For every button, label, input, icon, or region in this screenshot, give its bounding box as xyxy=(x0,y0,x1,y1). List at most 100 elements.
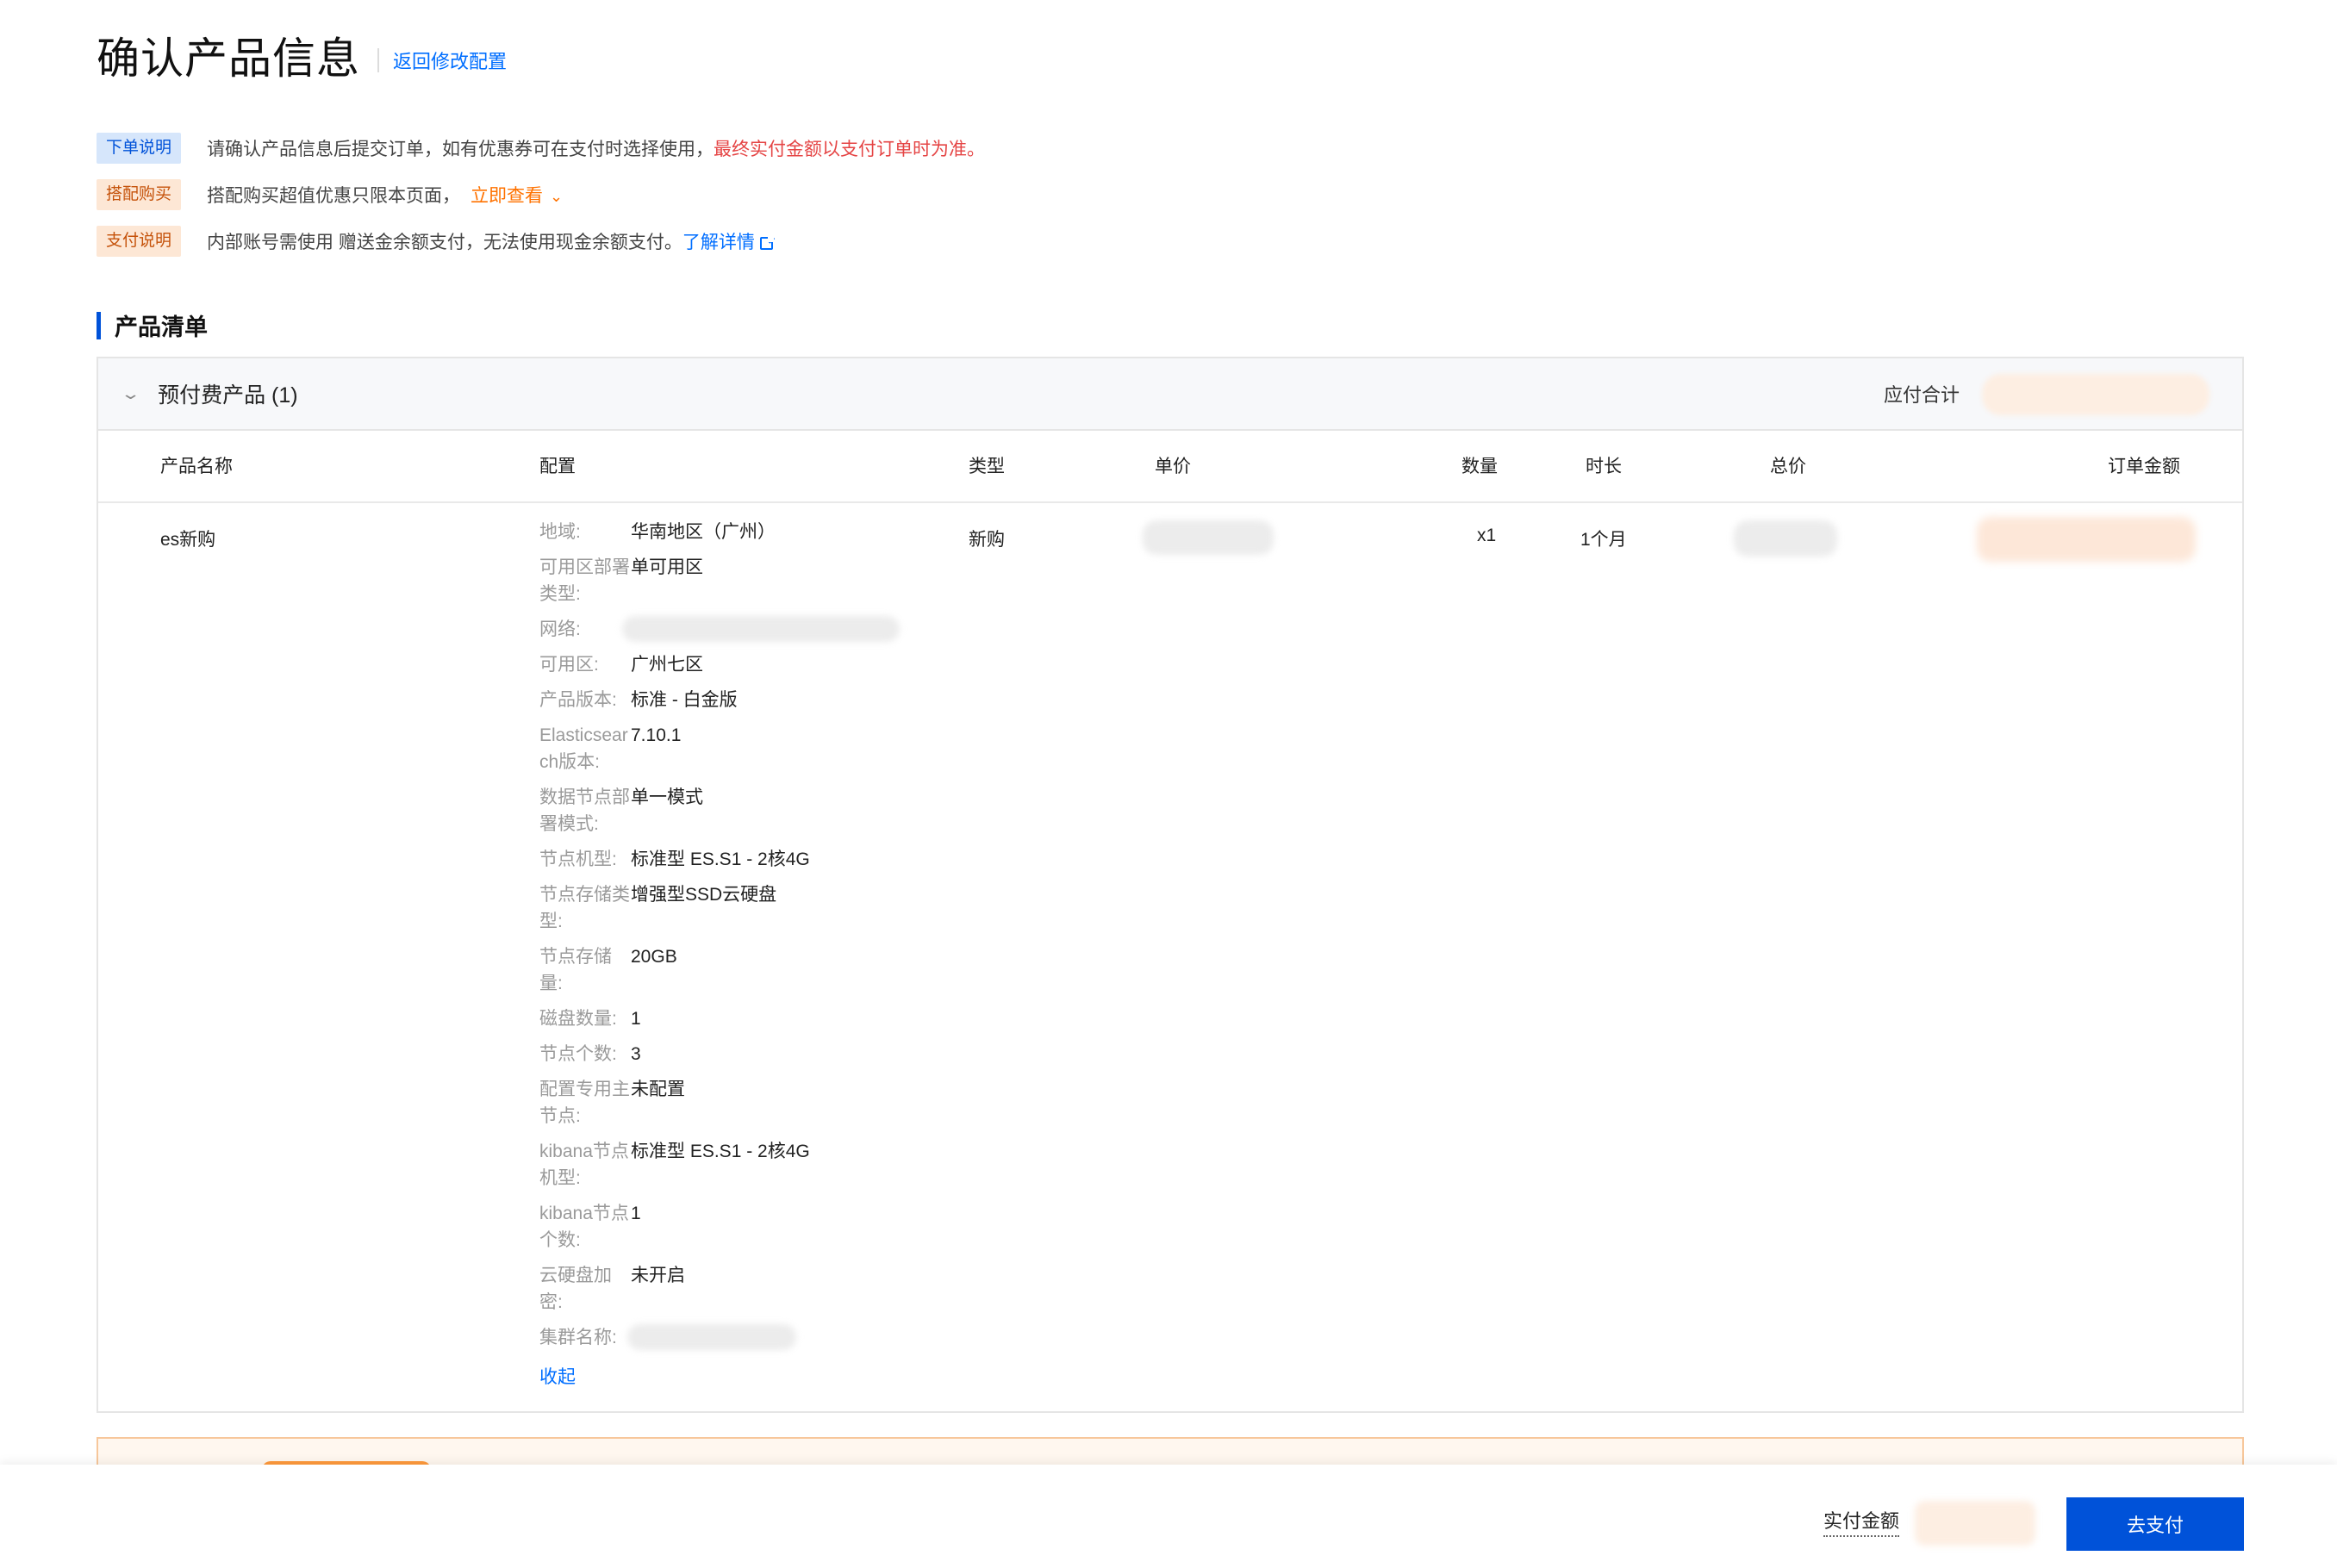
notice-text-main: 内部账号需使用 赠送金余额支付，无法使用现金余额支付。 xyxy=(207,233,682,252)
notice-order-info: 下单说明 请确认产品信息后提交订单，如有优惠券可在支付时选择使用，最终实付金额以… xyxy=(97,131,985,165)
page-title: 确认产品信息 xyxy=(97,34,360,83)
cluster-name-redacted xyxy=(627,1324,796,1350)
product-name: es新购 xyxy=(160,530,216,550)
view-now-label: 立即查看 xyxy=(471,186,544,206)
config-label: 可用区: xyxy=(539,655,599,675)
chevron-down-icon[interactable]: ⌄ xyxy=(120,385,140,403)
product-list-panel: ⌄ 预付费产品 (1) 应付合计 产品名称 配置 类型 单价 数量 时长 总价 … xyxy=(97,357,2244,1413)
actual-amount-redacted xyxy=(1915,1501,2035,1546)
section-accent-bar xyxy=(97,311,101,339)
config-value: 广州七区 xyxy=(631,655,703,675)
notice-tag: 下单说明 xyxy=(97,133,182,164)
notice-tag: 搭配购买 xyxy=(97,179,182,210)
double-chevron-down-icon: ⌄ xyxy=(550,188,564,205)
config-label: Elasticsearch版本: xyxy=(539,725,628,772)
table-header-row: 产品名称 配置 类型 单价 数量 时长 总价 订单金额 xyxy=(98,431,2242,503)
config-value: 20GB xyxy=(631,947,677,967)
section-title: 产品清单 xyxy=(97,308,208,342)
page-header: 确认产品信息 返回修改配置 xyxy=(97,24,507,86)
config-label: kibana节点机型: xyxy=(539,1142,629,1188)
config-label: 磁盘数量: xyxy=(539,1009,617,1029)
column-header: 订单金额 xyxy=(2108,457,2180,476)
notice-text-main: 请确认产品信息后提交订单，如有优惠券可在支付时选择使用， xyxy=(207,140,714,159)
config-label: 节点机型: xyxy=(539,849,617,869)
config-value: 未配置 xyxy=(631,1080,685,1099)
config-label: 节点存储量: xyxy=(539,947,612,993)
notice-text: 搭配购买超值优惠只限本页面， 立即查看 ⌄ xyxy=(207,182,563,208)
notice-text: 请确认产品信息后提交订单，如有优惠券可在支付时选择使用，最终实付金额以支付订单时… xyxy=(207,135,985,161)
config-value: 单一模式 xyxy=(631,787,703,807)
config-item: kibana节点个数: 1 xyxy=(539,1200,936,1254)
notice-text: 内部账号需使用 赠送金余额支付，无法使用现金余额支付。了解详情 xyxy=(207,228,774,254)
config-value: 3 xyxy=(631,1044,641,1064)
header-divider xyxy=(377,48,379,72)
back-to-config-link[interactable]: 返回修改配置 xyxy=(393,47,507,74)
config-label: 节点个数: xyxy=(539,1044,617,1064)
config-item: Elasticsearch版本: 7.10.1 xyxy=(539,722,936,775)
config-value: 增强型SSD云硬盘 xyxy=(631,885,777,905)
config-item: 可用区: 广州七区 xyxy=(539,651,936,678)
column-header: 数量 xyxy=(1461,457,1498,476)
learn-more-link[interactable]: 了解详情 xyxy=(682,233,774,252)
config-value: 华南地区（广州） xyxy=(631,522,776,542)
view-now-link[interactable]: 立即查看 ⌄ xyxy=(471,186,563,206)
payable-total-label: 应付合计 xyxy=(1883,384,1960,406)
panel-group-header[interactable]: ⌄ 预付费产品 (1) 应付合计 xyxy=(98,358,2242,431)
notice-highlight: 最终实付金额以支付订单时为准。 xyxy=(714,140,986,159)
config-label: 网络: xyxy=(539,619,581,639)
config-value: 1 xyxy=(631,1009,641,1029)
notice-list: 下单说明 请确认产品信息后提交订单，如有优惠券可在支付时选择使用，最终实付金额以… xyxy=(97,131,985,271)
column-header: 时长 xyxy=(1586,457,1622,476)
config-label: 数据节点部署模式: xyxy=(539,787,630,834)
config-item: 节点个数: 3 xyxy=(539,1041,936,1067)
config-item: 磁盘数量: 1 xyxy=(539,1005,936,1032)
actual-amount-label[interactable]: 实付金额 xyxy=(1823,1506,1900,1537)
config-value: 标准型 ES.S1 - 2核4G xyxy=(631,849,810,869)
config-item: 节点存储类型: 增强型SSD云硬盘 xyxy=(539,881,936,935)
column-header: 类型 xyxy=(969,457,1005,476)
network-value-redacted xyxy=(622,616,900,642)
column-header: 产品名称 xyxy=(160,457,233,476)
config-item: 集群名称: xyxy=(539,1324,936,1351)
pay-button[interactable]: 去支付 xyxy=(2066,1497,2244,1551)
config-label: 产品版本: xyxy=(539,690,617,710)
total-price-redacted xyxy=(1734,520,1837,557)
config-label: 集群名称: xyxy=(539,1328,617,1347)
notice-text-main: 搭配购买超值优惠只限本页面， xyxy=(207,186,461,206)
config-value: 1 xyxy=(631,1204,641,1223)
quantity-value: x1 xyxy=(1477,526,1497,545)
config-item: 配置专用主节点: 未配置 xyxy=(539,1076,936,1129)
duration-value: 1个月 xyxy=(1580,530,1627,550)
order-amount-redacted xyxy=(1977,517,2196,562)
config-value: 7.10.1 xyxy=(631,725,682,745)
config-value: 标准型 ES.S1 - 2核4G xyxy=(631,1142,810,1161)
notice-bundle-purchase: 搭配购买 搭配购买超值优惠只限本页面， 立即查看 ⌄ xyxy=(97,177,985,212)
notice-payment-info: 支付说明 内部账号需使用 赠送金余额支付，无法使用现金余额支付。了解详情 xyxy=(97,224,985,258)
purchase-type: 新购 xyxy=(969,530,1005,550)
external-link-icon xyxy=(759,235,774,250)
config-item: 数据节点部署模式: 单一模式 xyxy=(539,784,936,837)
config-item: 节点机型: 标准型 ES.S1 - 2核4G xyxy=(539,846,936,873)
config-item: 网络: xyxy=(539,616,936,643)
config-label: 地域: xyxy=(539,522,581,542)
config-value: 标准 - 白金版 xyxy=(631,690,738,710)
config-label: 可用区部署类型: xyxy=(539,557,630,604)
payable-total-value-redacted xyxy=(1982,374,2209,415)
config-label: kibana节点个数: xyxy=(539,1204,629,1250)
column-header: 单价 xyxy=(1155,457,1191,476)
group-title: 预付费产品 (1) xyxy=(158,383,298,408)
config-label: 云硬盘加密: xyxy=(539,1266,612,1312)
config-value: 单可用区 xyxy=(631,557,703,577)
config-item: 产品版本: 标准 - 白金版 xyxy=(539,687,936,713)
unit-price-redacted xyxy=(1143,520,1274,555)
column-header: 总价 xyxy=(1770,457,1806,476)
config-item: kibana节点机型: 标准型 ES.S1 - 2核4G xyxy=(539,1138,936,1192)
collapse-config-link[interactable]: 收起 xyxy=(539,1363,576,1389)
config-item: 节点存储量: 20GB xyxy=(539,943,936,997)
config-item: 地域: 华南地区（广州） xyxy=(539,519,936,545)
checkout-footer: 实付金额 去支付 xyxy=(0,1465,2337,1568)
config-list: 地域: 华南地区（广州） 可用区部署类型: 单可用区 网络: 可用区: 广州七区… xyxy=(539,519,936,1389)
learn-more-label: 了解详情 xyxy=(682,233,755,252)
column-header: 配置 xyxy=(539,457,576,476)
config-label: 配置专用主节点: xyxy=(539,1080,630,1126)
